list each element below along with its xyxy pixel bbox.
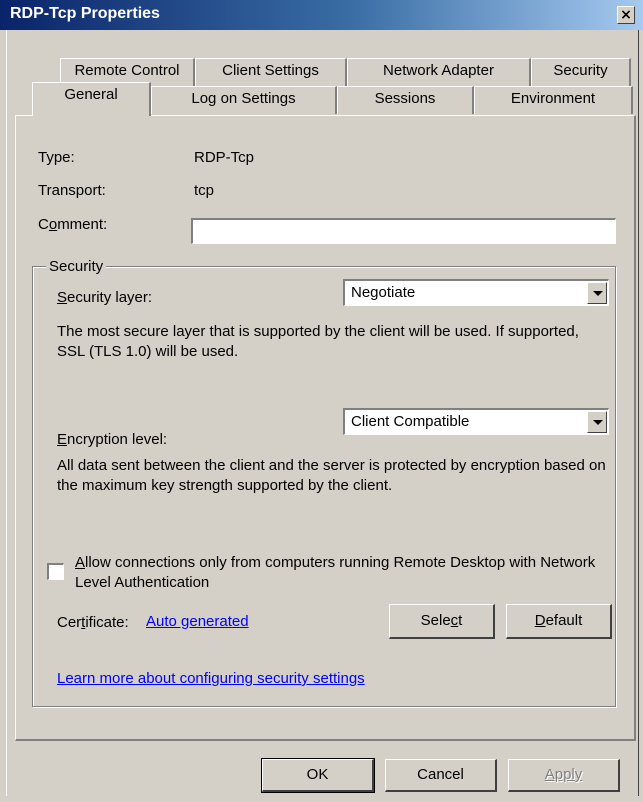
ok-label: OK [306,766,329,783]
certificate-label: Certificate: [57,614,129,631]
comment-input[interactable] [191,218,616,244]
comment-label: Comment: [38,216,108,233]
tab-label: Remote Control [74,62,180,79]
type-value: RDP-Tcp [194,149,255,166]
tab-sessions[interactable]: Sessions [337,86,474,114]
chevron-down-icon[interactable] [587,282,607,304]
security-group-label: Security [46,258,107,275]
encryption-level-label: Encryption level: [57,431,168,448]
select-button[interactable]: Select [389,604,495,639]
tab-label: General [64,86,118,103]
cancel-label: Cancel [417,766,464,783]
apply-button[interactable]: Apply [508,759,620,792]
apply-label: Apply [544,766,583,783]
tab-label: Network Adapter [383,62,494,79]
tab-label: Environment [510,90,596,107]
ok-button[interactable]: OK [261,758,375,793]
encryption-level-select[interactable]: Client Compatible [343,408,609,435]
certificate-link[interactable]: Auto generated [146,613,249,630]
learn-more-link[interactable]: Learn more about configuring security se… [57,670,365,687]
transport-value: tcp [194,182,215,199]
tab-network-adapter[interactable]: Network Adapter [347,58,531,86]
type-label: Type: [38,149,75,166]
tab-label: Security [553,62,608,79]
cancel-button[interactable]: Cancel [385,759,497,792]
tab-label: Sessions [374,90,436,107]
nla-label: Allow connections only from computers ru… [75,554,596,591]
encryption-level-description: All data sent between the client and the… [57,457,606,494]
encryption-level-value: Client Compatible [351,413,470,430]
tab-client-settings[interactable]: Client Settings [195,58,347,86]
chevron-down-icon[interactable] [587,411,607,433]
tab-security[interactable]: Security [531,58,631,86]
security-layer-label: Security layer: [57,289,153,306]
tab-label: Client Settings [222,62,319,79]
nla-checkbox[interactable] [47,563,64,580]
close-icon: × [620,7,632,23]
close-button[interactable]: × [617,6,635,24]
tab-general[interactable]: General [32,82,151,116]
window-title: RDP-Tcp Properties [10,5,160,22]
transport-label: Transport: [38,182,106,199]
security-layer-select[interactable]: Negotiate [343,279,609,306]
security-layer-value: Negotiate [351,284,416,301]
security-layer-description: The most secure layer that is supported … [57,323,579,360]
tab-environment[interactable]: Environment [474,86,633,114]
tab-label: Log on Settings [191,90,296,107]
default-button[interactable]: Default [506,604,612,639]
tab-log-on-settings[interactable]: Log on Settings [151,86,337,114]
